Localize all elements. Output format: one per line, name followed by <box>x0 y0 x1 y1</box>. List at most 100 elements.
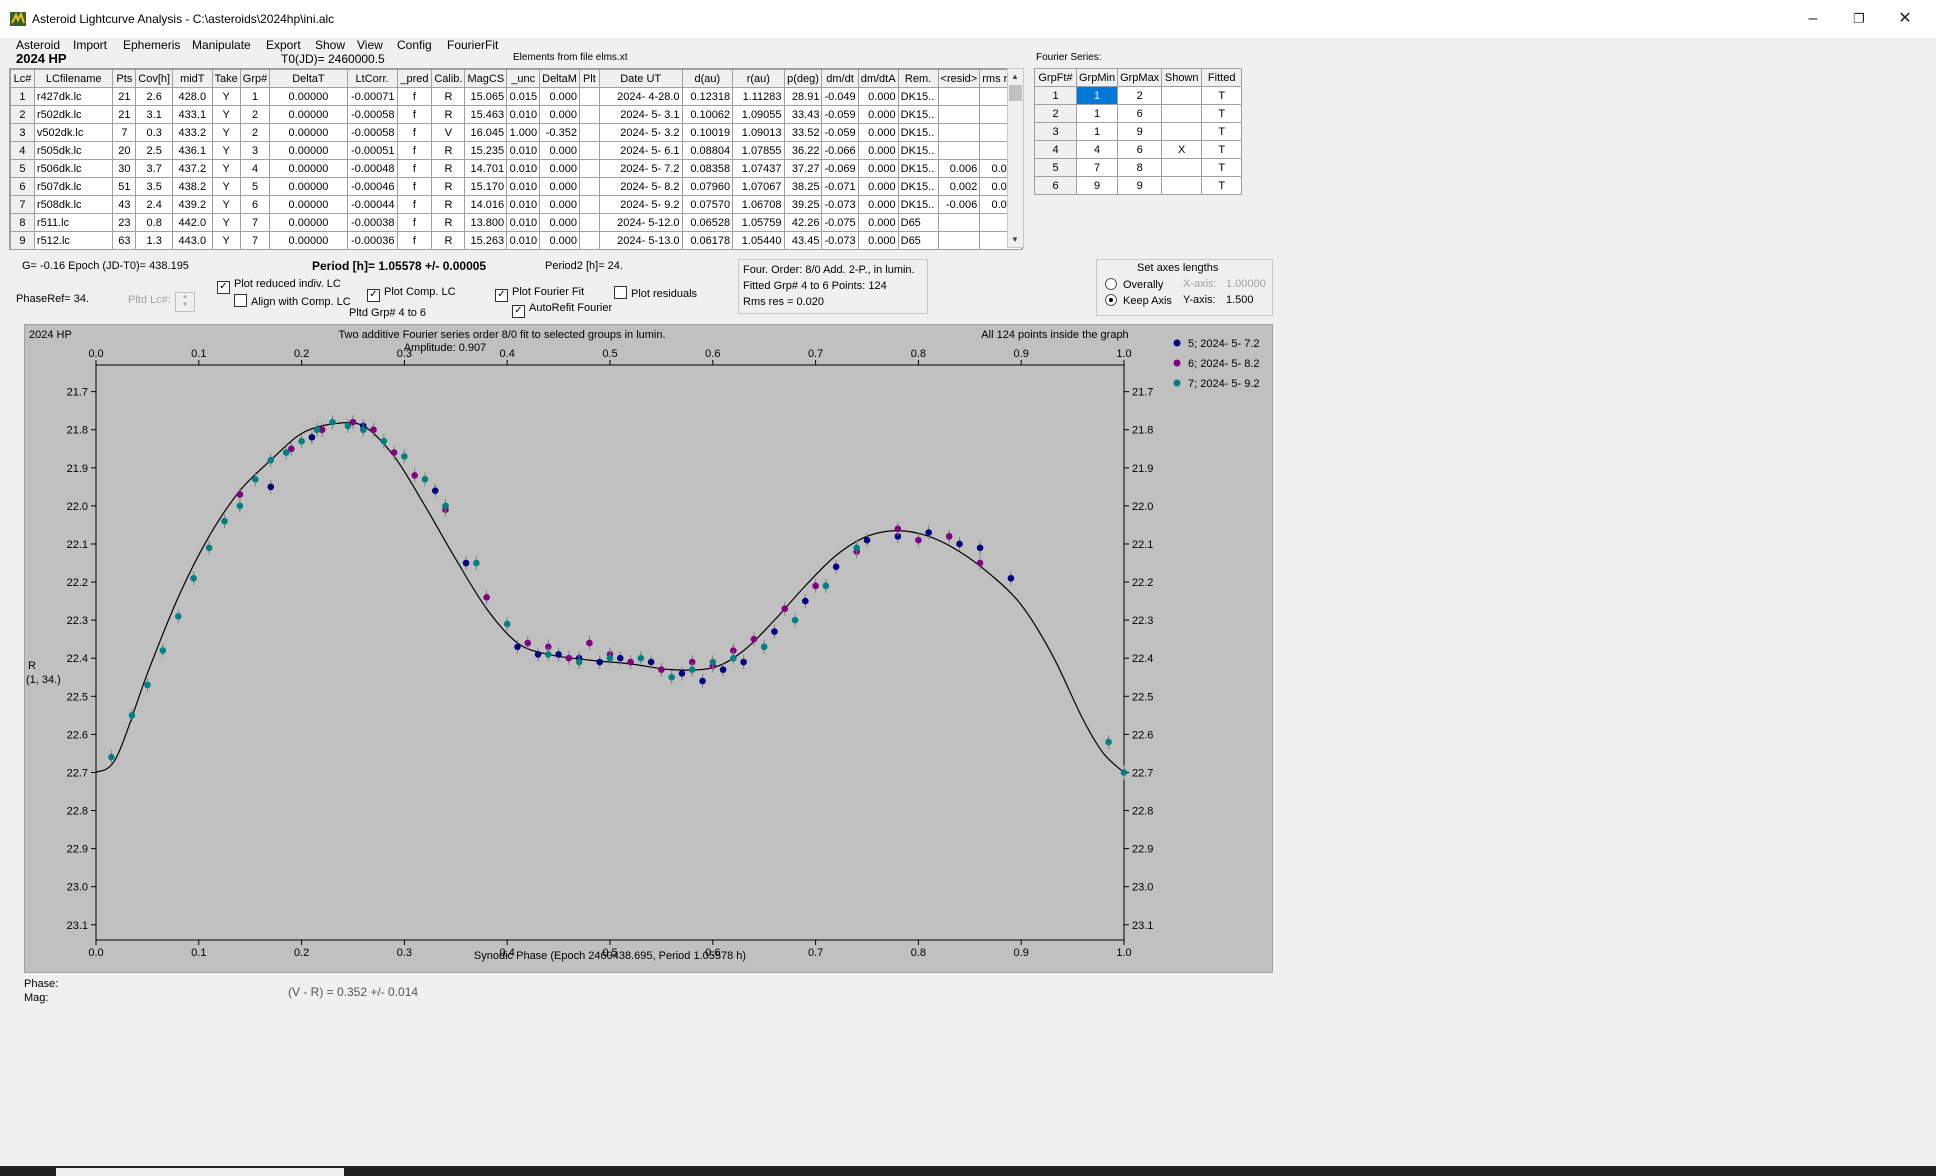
fourier-col-header[interactable]: GrpFt# <box>1034 68 1077 87</box>
restore-button[interactable]: ❐ <box>1836 6 1882 32</box>
table-cell[interactable]: 5 <box>10 159 35 178</box>
table-row[interactable]: 2 r502dk.lc 21 3.1 433.1 Y 2 0.00000 -0.00058 f R 1… <box>10 105 1022 124</box>
table-cell[interactable]: 2 <box>1034 104 1077 123</box>
table-cell[interactable]: 6 <box>1117 104 1163 123</box>
menu-show[interactable]: Show <box>315 38 345 52</box>
table-cell[interactable]: 8 <box>1117 158 1163 177</box>
table-row[interactable]: 7 r508dk.lc 43 2.4 439.2 Y 6 0.00000 -0.00044 f R 1… <box>10 195 1022 214</box>
lightcurve-table[interactable]: Lc# LCfilename Pts Cov[h] midT Take Grp# DeltaT… <box>9 68 1023 250</box>
table-cell[interactable]: T <box>1201 122 1243 141</box>
table-row[interactable]: 446XT <box>1034 140 1243 159</box>
lc-table-scrollbar[interactable]: ▲ ▼ <box>1007 68 1024 248</box>
table-row[interactable]: 1 r427dk.lc 21 2.6 428.0 Y 1 0.00000 -0.00071 f R 1… <box>10 87 1022 106</box>
menu-ephemeris[interactable]: Ephemeris <box>123 38 180 52</box>
table-cell[interactable]: 6 <box>10 177 35 196</box>
lc-col-header[interactable]: r(au) <box>732 69 785 88</box>
lc-col-header[interactable]: LtCorr. <box>346 69 398 88</box>
table-row[interactable]: 216 T <box>1034 104 1243 123</box>
fourier-series-table[interactable]: GrpFt# GrpMin GrpMax Shown Fitted 112T216T31… <box>1034 68 1243 195</box>
fourier-col-header[interactable]: Shown <box>1161 68 1203 87</box>
table-row[interactable]: 319 T <box>1034 122 1243 141</box>
table-row[interactable]: 9 r512.lc 63 1.3 443.0 Y 7 0.00000 -0.00036 f R 15.… <box>10 231 1022 249</box>
table-cell[interactable]: 1 <box>1034 86 1077 105</box>
table-row[interactable]: 578 T <box>1034 158 1243 177</box>
table-cell[interactable]: 5 <box>1034 158 1077 177</box>
menu-fourierfit[interactable]: FourierFit <box>447 38 498 52</box>
table-cell[interactable]: 7 <box>10 195 35 214</box>
table-cell[interactable]: 1 <box>1075 104 1119 123</box>
table-row[interactable]: 8 r511.lc 23 0.8 442.0 Y 7 0.00000 -0.00038 f R 13.… <box>10 213 1022 232</box>
phase-ref-label[interactable]: PhaseRef= 34. <box>16 293 89 305</box>
table-cell[interactable]: 7 <box>1075 158 1119 177</box>
table-cell[interactable]: 1 <box>1075 86 1119 105</box>
table-cell[interactable]: T <box>1201 140 1243 159</box>
table-cell[interactable]: 2 <box>10 105 35 124</box>
taskbar-item[interactable] <box>56 1168 344 1176</box>
lc-col-header[interactable]: Cov[h] <box>135 69 174 88</box>
menu-import[interactable]: Import <box>73 38 107 52</box>
table-cell[interactable] <box>1161 176 1203 195</box>
table-row[interactable]: 112T <box>1034 86 1243 105</box>
table-cell[interactable]: 9 <box>1117 176 1163 195</box>
table-cell[interactable]: T <box>1201 86 1243 105</box>
lc-col-header[interactable]: <resid> <box>937 69 981 88</box>
table-cell[interactable]: 3 <box>1034 122 1077 141</box>
menu-manipulate[interactable]: Manipulate <box>192 38 251 52</box>
close-button[interactable]: ✕ <box>1882 6 1928 32</box>
plot-residuals-checkbox[interactable]: Plot residuals <box>614 286 697 300</box>
table-cell[interactable]: 3 <box>10 123 35 142</box>
align-comp-checkbox[interactable]: Align with Comp. LC <box>234 294 351 308</box>
lc-col-header[interactable]: Take <box>211 69 241 88</box>
table-row[interactable]: 6 r507dk.lc 51 3.5 438.2 Y 5 0.00000 -0.00046 f R 1… <box>10 177 1022 196</box>
lc-col-header[interactable]: DeltaM <box>539 69 580 88</box>
lc-col-header[interactable]: Pts <box>112 69 137 88</box>
lc-col-header[interactable]: Date UT <box>598 69 683 88</box>
table-cell[interactable]: 9 <box>1117 122 1163 141</box>
menu-view[interactable]: View <box>357 38 383 52</box>
menu-asteroid[interactable]: Asteroid <box>16 38 60 52</box>
table-cell[interactable]: 2 <box>1117 86 1163 105</box>
lc-col-header[interactable]: Plt <box>578 69 600 88</box>
table-cell[interactable]: T <box>1201 176 1243 195</box>
menu-export[interactable]: Export <box>266 38 301 52</box>
table-cell[interactable]: T <box>1201 158 1243 177</box>
lc-col-header[interactable]: MagCS <box>464 69 508 88</box>
fourier-col-header[interactable]: Fitted <box>1201 68 1243 87</box>
y-axis-input[interactable]: 1.500 <box>1226 294 1254 306</box>
table-cell[interactable]: 1 <box>1075 122 1119 141</box>
table-cell[interactable]: 4 <box>1034 140 1077 159</box>
table-cell[interactable]: 6 <box>1117 140 1163 159</box>
lc-col-header[interactable]: Rem. <box>897 69 939 88</box>
lc-col-header[interactable]: LCfilename <box>33 69 114 88</box>
keep-axis-radio[interactable]: Keep Axis <box>1105 294 1172 307</box>
x-axis-input[interactable]: 1.00000 <box>1226 278 1266 290</box>
table-row[interactable]: 4 r505dk.lc 20 2.5 436.1 Y 3 0.00000 -0.00051 f R 1… <box>10 141 1022 160</box>
plot-fourier-checkbox[interactable]: ✓ Plot Fourier Fit <box>495 286 584 302</box>
lc-col-header[interactable]: _unc <box>506 69 541 88</box>
table-cell[interactable]: 8 <box>10 213 35 232</box>
lc-col-header[interactable]: DeltaT <box>269 69 348 88</box>
minimize-button[interactable]: – <box>1790 6 1836 32</box>
table-row[interactable]: 3 v502dk.lc 7 0.3 433.2 Y 2 0.00000 -0.00058 f V 16… <box>10 123 1022 142</box>
autorefit-checkbox[interactable]: ✓ AutoRefit Fourier <box>512 302 612 318</box>
lc-col-header[interactable]: Lc# <box>10 69 35 88</box>
table-cell[interactable]: 9 <box>1075 176 1119 195</box>
table-cell[interactable]: 4 <box>10 141 35 160</box>
table-cell[interactable] <box>1161 122 1203 141</box>
fourier-col-header[interactable]: GrpMax <box>1117 68 1163 87</box>
table-cell[interactable]: 4 <box>1075 140 1119 159</box>
table-cell[interactable]: 6 <box>1034 176 1077 195</box>
plot-comp-checkbox[interactable]: ✓ Plot Comp. LC <box>367 286 456 302</box>
lc-col-header[interactable]: Calib. <box>431 69 466 88</box>
menu-config[interactable]: Config <box>397 38 432 52</box>
table-row[interactable]: 699T <box>1034 176 1243 195</box>
table-cell[interactable] <box>1161 158 1203 177</box>
lc-col-header[interactable]: _pred <box>396 69 433 88</box>
lc-col-header[interactable]: midT <box>172 69 213 88</box>
lc-col-header[interactable]: d(au) <box>681 69 734 88</box>
lc-col-header[interactable]: dm/dtA <box>857 69 899 88</box>
table-row[interactable]: 5 r506dk.lc 30 3.7 437.2 Y 4 0.00000 -0.00048 f R 1… <box>10 159 1022 178</box>
table-cell[interactable]: T <box>1201 104 1243 123</box>
lc-col-header[interactable]: dm/dt <box>821 69 859 88</box>
lc-col-header[interactable]: p(deg) <box>783 69 823 88</box>
